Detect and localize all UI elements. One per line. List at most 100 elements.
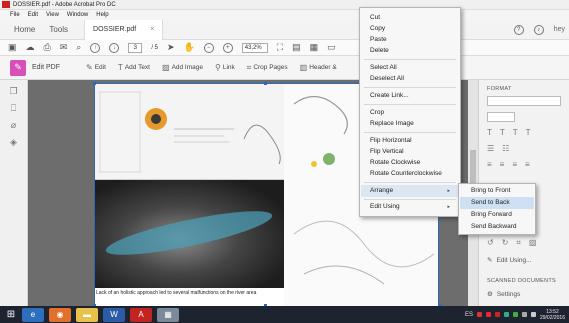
menu-item-cut[interactable]: Cut	[370, 14, 380, 21]
menu-item-arrange[interactable]: Arrange	[370, 187, 393, 194]
print-icon[interactable]: ⎙	[44, 43, 51, 52]
menu-file[interactable]: File	[10, 12, 20, 18]
menu-item-delete[interactable]: Delete	[370, 47, 389, 54]
bookmark-icon[interactable]: ⎕	[0, 103, 27, 114]
tab-tools[interactable]: Tools	[49, 25, 68, 34]
comment-icon[interactable]: ▭	[327, 43, 336, 52]
fit-page-icon[interactable]: ⛶	[277, 43, 283, 52]
submenu-item-send-backward[interactable]: Send Backward	[460, 221, 534, 233]
menu-item-edit-using[interactable]: Edit Using	[370, 203, 400, 210]
page-total: / 5	[151, 44, 158, 51]
tab-home[interactable]: Home	[14, 25, 35, 34]
save-icon[interactable]: ▣	[8, 43, 17, 52]
select-icon[interactable]: ➤	[167, 43, 175, 52]
font-size-dropdown[interactable]	[487, 112, 515, 122]
edit-tool[interactable]: ✎ Edit	[86, 63, 106, 72]
language-indicator[interactable]: ES	[465, 312, 473, 318]
submenu-item-send-to-back[interactable]: Send to Back	[460, 197, 534, 209]
italic-icon[interactable]: T	[500, 128, 505, 137]
bold-icon[interactable]: T	[487, 128, 492, 137]
menu-edit[interactable]: Edit	[28, 12, 38, 18]
tray-app-icon[interactable]	[476, 312, 482, 317]
underline-icon[interactable]: T	[513, 128, 518, 137]
bullet-list-icon[interactable]: ☰	[487, 144, 494, 153]
mail-icon[interactable]: ✉	[60, 43, 68, 52]
volume-icon[interactable]	[530, 312, 536, 317]
zoom-out-icon[interactable]: −	[203, 42, 214, 53]
menu-item-select-all[interactable]: Select All	[370, 64, 397, 71]
help-icon[interactable]: ?	[513, 24, 524, 35]
menu-item-flip-vertical[interactable]: Flip Vertical	[370, 148, 404, 155]
rotate-right-icon[interactable]: ↻	[502, 238, 509, 248]
menu-item-copy[interactable]: Copy	[370, 25, 385, 32]
word-icon[interactable]: W	[103, 307, 125, 322]
menu-view[interactable]: View	[46, 12, 59, 18]
rotate-left-icon[interactable]: ↺	[487, 238, 494, 248]
tray-app-icon[interactable]	[485, 312, 491, 317]
zoom-in-icon[interactable]: +	[222, 42, 233, 53]
photos-icon[interactable]: ▦	[157, 307, 179, 322]
close-tab-icon[interactable]: ×	[150, 26, 154, 33]
layers-icon[interactable]: ◈	[0, 137, 27, 148]
tab-document[interactable]: DOSSIER.pdf ×	[84, 19, 164, 40]
submenu-item-bring-to-front[interactable]: Bring to Front	[460, 185, 534, 197]
menu-item-replace-image[interactable]: Replace Image	[370, 120, 414, 127]
header-footer-tool[interactable]: ▥ Header &	[300, 63, 337, 72]
bell-icon[interactable]: ♪	[533, 24, 544, 35]
prev-page-icon[interactable]: ↑	[90, 42, 101, 53]
tray-app-icon[interactable]	[494, 312, 500, 317]
menu-item-crop[interactable]: Crop	[370, 109, 384, 116]
header-footer-label: Header &	[309, 64, 337, 71]
page-thumbnails-icon[interactable]: ❐	[0, 86, 27, 97]
system-tray: ES 13:52 29/02/2016	[465, 306, 565, 323]
numbered-list-icon[interactable]: ☷	[502, 144, 509, 153]
align-right-icon[interactable]: ≡	[512, 160, 517, 169]
strike-icon[interactable]: T	[526, 128, 531, 137]
justify-icon[interactable]: ≡	[525, 160, 530, 169]
resize-handle-top[interactable]	[264, 82, 267, 85]
edit-icon: ✎	[86, 63, 93, 72]
add-text-tool[interactable]: T Add Text	[118, 63, 150, 72]
upload-icon[interactable]: ☁	[26, 43, 35, 52]
crop-pages-tool[interactable]: ⌗ Crop Pages	[247, 63, 288, 73]
menu-item-flip-horizontal[interactable]: Flip Horizontal	[370, 137, 412, 144]
file-explorer-icon[interactable]: ▬	[76, 307, 98, 322]
windows-start-icon[interactable]: ⊞	[0, 306, 22, 323]
menu-item-create-link[interactable]: Create Link...	[370, 92, 409, 99]
menu-item-rotate-clockwise[interactable]: Rotate Clockwise	[370, 159, 420, 166]
acrobat-icon[interactable]: A	[130, 307, 152, 322]
next-page-icon[interactable]: ↓	[109, 42, 120, 53]
tray-app-icon[interactable]	[512, 312, 518, 317]
font-dropdown[interactable]	[487, 96, 561, 106]
search-icon[interactable]: ⌕	[76, 43, 81, 52]
zoom-level[interactable]: 43,2%	[241, 42, 268, 53]
aerial-photo[interactable]	[94, 180, 284, 288]
align-left-icon[interactable]: ≡	[487, 160, 492, 169]
edit-pdf-label[interactable]: Edit PDF	[32, 64, 60, 71]
crop-image-icon[interactable]: ⌗	[516, 238, 521, 248]
edit-using-item[interactable]: ✎ Edit Using...	[487, 256, 532, 265]
ie-icon[interactable]: e	[22, 307, 44, 322]
menu-item-paste[interactable]: Paste	[370, 36, 387, 43]
settings-item[interactable]: ⚙ Settings	[487, 290, 520, 299]
page-number-input[interactable]: 3	[128, 42, 143, 53]
attachment-icon[interactable]: ⌀	[0, 120, 27, 131]
link-tool[interactable]: ⚲ Link	[215, 63, 235, 72]
network-icon[interactable]	[521, 312, 527, 317]
page-view-icon[interactable]: ▤	[292, 43, 301, 52]
firefox-icon[interactable]: ◉	[49, 307, 71, 322]
tray-app-icon[interactable]	[503, 312, 509, 317]
menu-item-deselect-all[interactable]: Deselect All	[370, 75, 404, 82]
menu-item-rotate-counterclockwise[interactable]: Rotate Counterclockwise	[370, 170, 442, 177]
menu-window[interactable]: Window	[67, 12, 88, 18]
read-mode-icon[interactable]: ▦	[310, 43, 319, 52]
clock[interactable]: 13:52 29/02/2016	[540, 309, 565, 321]
replace-image-icon[interactable]: ▨	[529, 238, 537, 248]
add-image-tool[interactable]: ▨ Add Image	[162, 63, 203, 72]
resize-handle-top-left[interactable]	[93, 82, 96, 85]
submenu-item-bring-forward[interactable]: Bring Forward	[460, 209, 534, 221]
menu-help[interactable]: Help	[96, 12, 108, 18]
hand-icon[interactable]: ✋	[184, 43, 195, 52]
user-name[interactable]: hey	[554, 26, 565, 33]
align-center-icon[interactable]: ≡	[500, 160, 505, 169]
